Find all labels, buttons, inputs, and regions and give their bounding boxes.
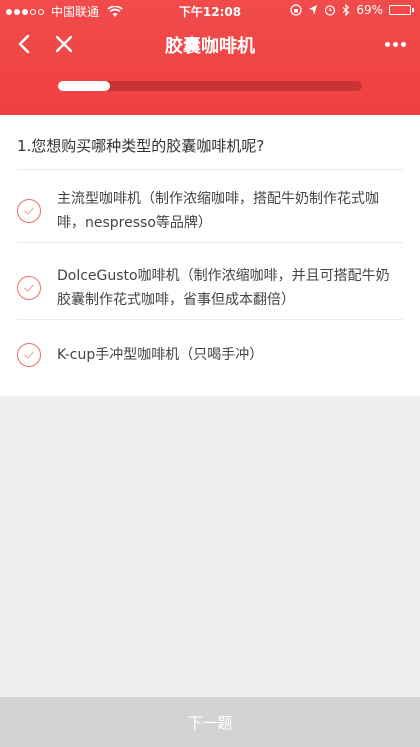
battery-percent: 69% — [356, 3, 383, 17]
option-label: DolceGusto咖啡机（制作浓缩咖啡，并且可搭配牛奶胶囊制作花式咖啡，省事但… — [57, 268, 390, 308]
divider — [17, 242, 403, 243]
radio-check-icon[interactable] — [17, 276, 41, 300]
question-card: 1.您想购买哪种类型的胶囊咖啡机呢? 主流型咖啡机（制作浓缩咖啡，搭配牛奶制作花… — [0, 115, 420, 396]
progress-fill — [58, 81, 110, 91]
alarm-icon — [325, 5, 336, 16]
next-question-button[interactable]: 下一题 — [0, 697, 420, 747]
page-title: 胶囊咖啡机 — [165, 36, 255, 57]
close-button[interactable] — [50, 30, 78, 58]
back-button[interactable] — [10, 30, 38, 58]
header: 中国联通 下午12:08 69% 胶囊咖啡机 — [0, 0, 420, 115]
location-icon — [309, 5, 318, 15]
battery-icon — [389, 5, 414, 15]
option-2[interactable]: DolceGusto咖啡机（制作浓缩咖啡，并且可搭配牛奶胶囊制作花式咖啡，省事但… — [17, 262, 403, 318]
divider — [17, 169, 403, 170]
close-icon — [55, 35, 73, 53]
lock-rotation-icon — [290, 4, 302, 16]
question-text: 1.您想购买哪种类型的胶囊咖啡机呢? — [17, 137, 265, 155]
chevron-left-icon — [18, 34, 30, 54]
option-3[interactable]: K-cup手冲型咖啡机（只喝手冲） — [17, 341, 403, 373]
option-label: K-cup手冲型咖啡机（只喝手冲） — [57, 347, 264, 363]
option-1[interactable]: 主流型咖啡机（制作浓缩咖啡，搭配牛奶制作花式咖啡，nespresso等品牌） — [17, 185, 403, 241]
more-button[interactable] — [382, 32, 408, 56]
next-question-label: 下一题 — [187, 713, 233, 732]
radio-check-icon[interactable] — [17, 343, 41, 367]
divider — [17, 319, 403, 320]
progress-bar — [58, 81, 362, 91]
more-dots-icon — [384, 41, 390, 47]
status-right: 69% — [290, 3, 414, 17]
status-bar: 中国联通 下午12:08 69% — [0, 0, 420, 22]
option-label: 主流型咖啡机（制作浓缩咖啡，搭配牛奶制作花式咖啡，nespresso等品牌） — [57, 191, 379, 231]
radio-check-icon[interactable] — [17, 199, 41, 223]
bluetooth-icon — [342, 4, 350, 16]
nav-bar: 胶囊咖啡机 — [0, 22, 420, 66]
